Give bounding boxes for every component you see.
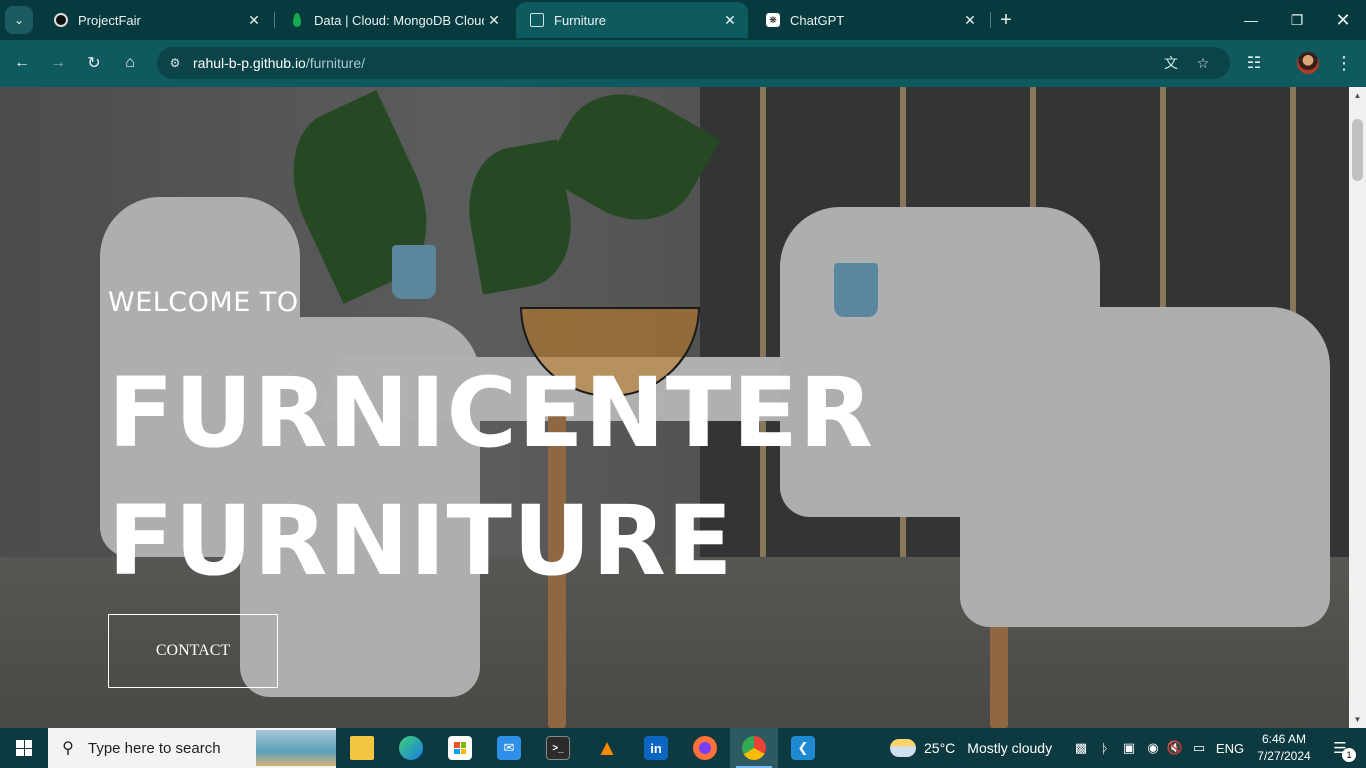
taskbar-search-box[interactable]: ⚲ Type here to search bbox=[48, 728, 336, 768]
address-bar[interactable]: ⚙ rahul-b-p.github.io/furniture/ 文 ☆ bbox=[157, 47, 1230, 79]
windows-taskbar: ⚲ Type here to search ✉ >_ ▲ in ❮ 25°C M… bbox=[0, 728, 1366, 768]
search-placeholder: Type here to search bbox=[88, 739, 221, 757]
vlc-cone-icon: ▲ bbox=[596, 735, 618, 760]
new-tab-plus-icon[interactable]: + bbox=[994, 8, 1018, 32]
close-icon[interactable]: ✕ bbox=[720, 10, 740, 30]
taskbar-store[interactable] bbox=[436, 728, 484, 768]
tab-mongodb[interactable]: Data | Cloud: MongoDB Cloud ✕ bbox=[276, 2, 512, 38]
back-arrow-icon[interactable]: ← bbox=[8, 49, 36, 77]
battery-icon[interactable]: ▭ bbox=[1188, 728, 1210, 768]
tab-divider bbox=[990, 12, 991, 28]
restore-icon[interactable]: ❐ bbox=[1274, 0, 1320, 40]
tab-title: Data | Cloud: MongoDB Cloud bbox=[314, 12, 484, 28]
close-icon[interactable]: ✕ bbox=[484, 10, 504, 30]
github-icon bbox=[54, 13, 68, 27]
taskbar-file-explorer[interactable] bbox=[338, 728, 386, 768]
start-button[interactable] bbox=[0, 728, 48, 768]
scroll-down-arrow-icon[interactable]: ▼ bbox=[1349, 711, 1366, 728]
tab-chatgpt[interactable]: ❋ ChatGPT ✕ bbox=[752, 2, 988, 38]
search-icon: ⚲ bbox=[62, 740, 74, 757]
mail-icon: ✉ bbox=[497, 736, 521, 760]
site-settings-icon[interactable]: ⚙ bbox=[165, 53, 185, 73]
kebab-menu-icon[interactable]: ⋮ bbox=[1330, 49, 1358, 77]
taskbar-firefox[interactable] bbox=[681, 728, 729, 768]
hero-title: FURNICENTER FURNITURE bbox=[108, 349, 874, 605]
bluetooth-icon[interactable]: ᚦ bbox=[1096, 728, 1114, 768]
url-path: /furniture/ bbox=[305, 55, 365, 71]
folder-icon bbox=[350, 736, 374, 760]
tab-title: ProjectFair bbox=[78, 12, 141, 28]
browser-toolbar: ← → ↻ ⌂ ⚙ rahul-b-p.github.io/furniture/… bbox=[0, 40, 1366, 87]
translate-icon[interactable]: 文 bbox=[1161, 53, 1181, 73]
bookmark-star-icon[interactable]: ☆ bbox=[1193, 53, 1213, 73]
system-clock[interactable]: 6:46 AM 7/27/2024 bbox=[1248, 731, 1320, 765]
mongodb-leaf-icon bbox=[293, 13, 301, 27]
weather-description: Mostly cloudy bbox=[967, 740, 1053, 756]
volume-muted-icon[interactable]: 🔇 bbox=[1164, 728, 1186, 768]
taskbar-terminal[interactable]: >_ bbox=[534, 728, 582, 768]
hero-title-line-2: FURNITURE bbox=[108, 485, 734, 597]
openai-icon: ❋ bbox=[766, 13, 780, 27]
close-icon[interactable]: ✕ bbox=[244, 10, 264, 30]
weather-temperature: 25°C bbox=[924, 740, 956, 756]
window-close-icon[interactable]: ✕ bbox=[1320, 0, 1366, 40]
partly-cloudy-icon bbox=[890, 739, 916, 757]
tab-projectfair[interactable]: ProjectFair ✕ bbox=[40, 2, 272, 38]
weather-widget[interactable]: 25°C Mostly cloudy bbox=[890, 728, 1052, 768]
taskbar-edge[interactable] bbox=[387, 728, 435, 768]
tab-search-chevron-icon[interactable]: ⌄ bbox=[5, 6, 33, 34]
tab-furniture[interactable]: Furniture ✕ bbox=[516, 2, 748, 38]
url-text[interactable]: rahul-b-p.github.io/furniture/ bbox=[193, 55, 365, 71]
clock-time: 6:46 AM bbox=[1261, 732, 1307, 746]
page-scrollbar[interactable]: ▲ ▼ bbox=[1349, 87, 1366, 728]
vscode-icon: ❮ bbox=[791, 736, 815, 760]
tab-title: ChatGPT bbox=[790, 12, 845, 28]
edge-icon bbox=[399, 736, 423, 760]
terminal-icon: >_ bbox=[546, 736, 570, 760]
reload-icon[interactable]: ↻ bbox=[80, 49, 108, 77]
page-icon bbox=[530, 13, 544, 27]
hero-title-line-1: FURNICENTER bbox=[108, 357, 874, 469]
home-icon[interactable]: ⌂ bbox=[116, 49, 144, 77]
wifi-icon[interactable]: ◉ bbox=[1142, 728, 1164, 768]
contact-button[interactable]: CONTACT bbox=[108, 614, 278, 688]
minimize-icon[interactable]: — bbox=[1228, 0, 1274, 40]
notification-badge: 1 bbox=[1342, 748, 1356, 762]
clock-date: 7/27/2024 bbox=[1257, 749, 1311, 763]
taskbar-linkedin[interactable]: in bbox=[632, 728, 680, 768]
store-bag-icon bbox=[448, 736, 472, 760]
scroll-thumb[interactable] bbox=[1352, 119, 1363, 181]
taskbar-chrome[interactable] bbox=[730, 728, 778, 768]
firefox-icon bbox=[693, 736, 717, 760]
meet-now-icon[interactable]: ▩ bbox=[1070, 728, 1092, 768]
tab-strip: ⌄ ProjectFair ✕ Data | Cloud: MongoDB Cl… bbox=[0, 0, 1366, 40]
taskbar-mail[interactable]: ✉ bbox=[485, 728, 533, 768]
language-indicator[interactable]: ENG bbox=[1212, 728, 1248, 768]
tab-divider bbox=[274, 12, 275, 28]
linkedin-icon: in bbox=[644, 736, 668, 760]
tab-title: Furniture bbox=[554, 12, 607, 28]
extensions-puzzle-icon[interactable]: ☷ bbox=[1240, 49, 1268, 77]
hero-welcome-text: WELCOME TO bbox=[108, 287, 299, 318]
taskbar-vlc[interactable]: ▲ bbox=[583, 728, 631, 768]
chrome-icon bbox=[742, 736, 766, 760]
taskbar-vscode[interactable]: ❮ bbox=[779, 728, 827, 768]
forward-arrow-icon[interactable]: → bbox=[44, 49, 72, 77]
profile-avatar[interactable] bbox=[1297, 52, 1319, 74]
windows-logo-icon bbox=[16, 740, 32, 756]
camera-icon[interactable]: ▣ bbox=[1118, 728, 1140, 768]
scroll-up-arrow-icon[interactable]: ▲ bbox=[1349, 87, 1366, 104]
search-highlight-image bbox=[256, 730, 336, 766]
notification-center-icon[interactable]: ☰ 1 bbox=[1320, 728, 1360, 768]
url-host: rahul-b-p.github.io bbox=[193, 55, 306, 71]
hero-section: WELCOME TO FURNICENTER FURNITURE CONTACT bbox=[0, 87, 1349, 728]
close-icon[interactable]: ✕ bbox=[960, 10, 980, 30]
